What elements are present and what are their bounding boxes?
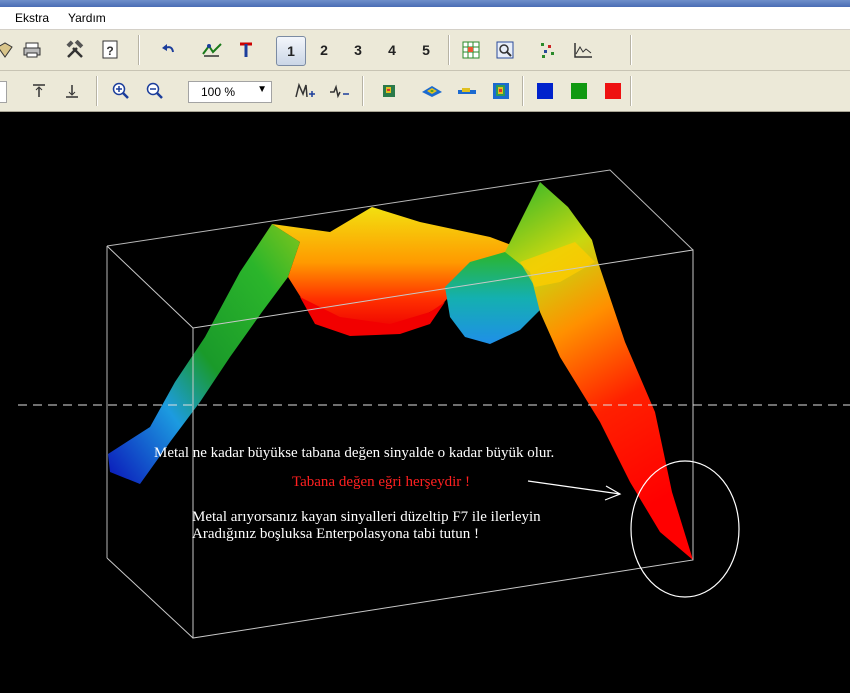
main-toolbar: ? 1 2 3 4 5	[0, 30, 850, 71]
view-toolbar: 100 % ▼	[0, 71, 850, 112]
preview-icon[interactable]	[492, 37, 518, 63]
align-top-icon[interactable]	[26, 78, 52, 104]
caption-line-2: Tabana değen eğri herşeydir !	[292, 474, 471, 490]
remove-marker-icon[interactable]	[326, 78, 352, 104]
undo-icon[interactable]	[156, 37, 182, 63]
caption-line-3: Metal arıyorsanız kayan sinyalleri düzel…	[192, 509, 541, 525]
menu-bar: Ekstra Yardım	[0, 7, 850, 30]
chevron-down-icon: ▼	[257, 84, 267, 95]
caption-line-4: Aradığınız boşluksa Enterpolasyona tabi …	[192, 526, 480, 542]
map-view-icon[interactable]	[376, 78, 402, 104]
zoom-select[interactable]: 100 % ▼	[188, 81, 272, 103]
menu-ekstra[interactable]: Ekstra	[15, 11, 49, 25]
add-marker-icon[interactable]	[292, 78, 318, 104]
window-titlebar	[0, 0, 850, 7]
align-bottom-icon[interactable]	[59, 78, 85, 104]
page-5-button[interactable]: 5	[413, 37, 439, 63]
red-color-button[interactable]	[605, 83, 621, 99]
graph-icon[interactable]	[570, 37, 596, 63]
surface-view-icon[interactable]	[419, 78, 445, 104]
scatter-icon[interactable]	[535, 37, 561, 63]
tools-icon[interactable]	[62, 37, 88, 63]
zoom-value: 100 %	[201, 85, 236, 99]
toolbar-separator	[96, 76, 97, 106]
blue-color-button[interactable]	[537, 83, 553, 99]
toolbar-separator	[630, 76, 631, 106]
signal-surface	[108, 182, 693, 560]
surface-3d-view[interactable]: Metal ne kadar büyükse tabana değen siny…	[0, 112, 850, 688]
svg-text:?: ?	[106, 44, 113, 58]
page-3-button[interactable]: 3	[345, 37, 371, 63]
caption-line-1: Metal ne kadar büyükse tabana değen siny…	[154, 445, 555, 461]
pointer-arrow	[527, 480, 622, 501]
page-2-button[interactable]: 2	[311, 37, 337, 63]
toolbar-separator	[522, 76, 523, 106]
page-4-button[interactable]: 4	[379, 37, 405, 63]
green-color-button[interactable]	[571, 83, 587, 99]
toolbar-separator	[630, 35, 631, 65]
value-field[interactable]	[0, 81, 7, 103]
zoom-out-icon[interactable]	[142, 78, 168, 104]
color-map-icon[interactable]	[488, 78, 514, 104]
menu-yardim[interactable]: Yardım	[68, 11, 106, 25]
open-icon[interactable]	[0, 37, 18, 63]
filter-icon[interactable]	[199, 37, 225, 63]
toolbar-separator	[138, 35, 139, 65]
toolbar-separator	[448, 35, 449, 65]
help-icon[interactable]: ?	[97, 37, 123, 63]
profile-view-icon[interactable]	[454, 78, 480, 104]
marker-icon[interactable]	[233, 37, 259, 63]
grid-icon[interactable]	[458, 37, 484, 63]
page-1-button[interactable]: 1	[276, 36, 306, 66]
zoom-in-icon[interactable]	[108, 78, 134, 104]
toolbar-separator	[362, 76, 363, 106]
print-icon[interactable]	[19, 37, 45, 63]
